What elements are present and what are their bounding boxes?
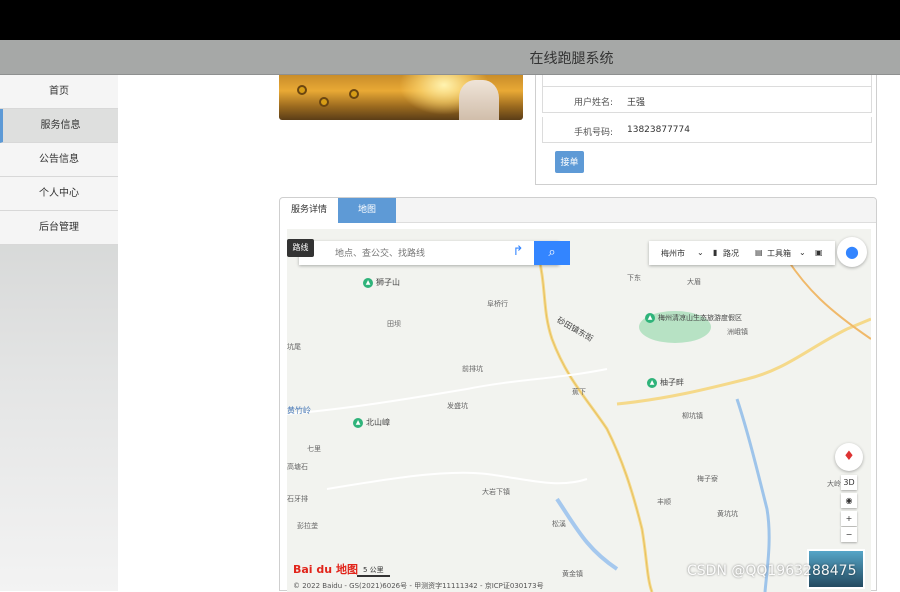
sidebar-item-admin[interactable]: 后台管理: [0, 211, 118, 245]
route-direction-icon[interactable]: ↱: [509, 244, 527, 262]
chevron-down-icon: ⌄: [697, 248, 704, 257]
map-place-label: 丰顺: [657, 498, 671, 506]
map-place-label: 大岭: [827, 480, 841, 488]
sunflower-decoration: [297, 85, 307, 95]
message-icon[interactable]: ▣: [815, 248, 823, 257]
map-place-label: 梅子寮: [697, 475, 718, 483]
route-tag[interactable]: 路线: [287, 239, 314, 257]
sidebar-item-service-info[interactable]: 服务信息: [0, 109, 118, 143]
baidu-map-logo: Bai du 地图: [293, 563, 358, 576]
phone-label: 手机号码:: [573, 128, 613, 138]
map-toolbar: 梅州市 ⌄ ▮ 路况 ▤ 工具箱 ⌄ ▣: [649, 241, 835, 265]
map-place-label: 黄金镇: [562, 570, 583, 578]
zoom-out-button[interactable]: −: [841, 527, 857, 542]
map-place-label: 石牙排: [287, 495, 308, 503]
baidu-map[interactable]: 下东 大眉 阜桥行 田坝 坑尾 洲峨镇 蕉下 前排坑 发盛坑 柳坑镇 七里 高塘…: [287, 229, 871, 592]
name-value: 王强: [627, 98, 646, 108]
poi-pin-icon: ▲: [647, 377, 657, 388]
map-place-label: 下东: [627, 274, 641, 282]
map-search-input[interactable]: [335, 245, 495, 261]
map-poi-lionhill[interactable]: ▲ 狮子山: [363, 277, 400, 288]
name-label: 用户姓名:: [573, 98, 613, 108]
top-black-bar: [0, 0, 900, 40]
city-selector[interactable]: 梅州市: [661, 248, 685, 259]
sidebar-item-home[interactable]: 首页: [0, 75, 118, 109]
poi-pin-icon: ▲: [363, 277, 373, 288]
map-place-label: 黄坑坑: [717, 510, 738, 518]
csdn-watermark: CSDN @QQ1963288475: [687, 563, 857, 579]
tab-service-detail[interactable]: 服务详情: [280, 198, 338, 223]
map-search-box: ↱ ⌕: [299, 241, 570, 265]
zoom-in-button[interactable]: +: [841, 511, 857, 526]
app-header: 在线跑腿系统: [0, 40, 900, 75]
compass-icon[interactable]: ♦: [835, 443, 863, 471]
map-place-label: 前排坑: [462, 365, 483, 373]
info-row-phone: 手机号码: 13823877774: [542, 117, 872, 143]
phone-value: 13823877774: [627, 125, 690, 135]
map-poi-youzipan[interactable]: ▲ 柚子畔: [647, 377, 684, 388]
3d-toggle-button[interactable]: 3D: [841, 475, 857, 490]
map-scale-bar: 5 公里: [357, 565, 390, 577]
sidebar: 首页 服务信息 公告信息 个人中心 后台管理: [0, 75, 118, 591]
search-icon: ⌕: [548, 245, 556, 260]
info-row-cut-off: [542, 75, 872, 87]
sunflower-decoration: [349, 89, 359, 99]
map-place-label: 大岩下镇: [482, 488, 510, 496]
page-title: 在线跑腿系统: [529, 51, 614, 67]
map-place-label: 发盛坑: [447, 402, 468, 410]
traffic-icon: ▮: [713, 248, 718, 257]
poi-pin-icon: ▲: [353, 417, 363, 428]
info-row-name: 用户姓名: 王强: [542, 87, 872, 113]
accept-order-button[interactable]: 接单: [555, 151, 584, 173]
map-poi-resort[interactable]: ▲ 梅州清凉山生态旅游度假区: [645, 313, 742, 323]
map-place-label: 彭拉垄: [297, 522, 318, 530]
poi-pin-icon: ▲: [645, 313, 655, 323]
map-place-label: 洲峨镇: [727, 328, 748, 336]
map-place-label: 蕉下: [572, 388, 586, 396]
map-place-label: 七里: [307, 445, 321, 453]
toolbox-button[interactable]: 工具箱: [767, 248, 791, 259]
sunflower-decoration: [319, 97, 329, 107]
map-place-label: 坑尾: [287, 343, 301, 351]
map-search-button[interactable]: ⌕: [534, 241, 570, 265]
user-avatar-icon[interactable]: ●: [837, 237, 867, 267]
map-copyright: © 2022 Baidu - GS(2021)6026号 - 甲测资字11111…: [293, 582, 544, 590]
map-place-label: 柳坑镇: [682, 412, 703, 420]
map-place-label: 松溪: [552, 520, 566, 528]
map-place-label: 高塘石: [287, 463, 308, 471]
traffic-button[interactable]: 路况: [723, 248, 739, 259]
service-image: [279, 75, 523, 120]
map-place-huangzhuling: 黄竹岭: [287, 406, 311, 415]
toolbox-icon: ▤: [755, 248, 763, 257]
detail-panel: 服务详情 地图 下东 大眉 阜桥行 田坝 坑尾 洲峨镇 蕉下 前排坑 发盛坑 柳…: [279, 197, 877, 592]
map-place-label: 阜桥行: [487, 300, 508, 308]
detail-tabs: 服务详情 地图: [280, 198, 876, 223]
tab-map[interactable]: 地图: [338, 198, 396, 223]
user-info-panel: 用户姓名: 王强 手机号码: 13823877774 接单: [535, 75, 877, 185]
chevron-down-icon: ⌄: [799, 248, 806, 257]
map-place-label: 大眉: [687, 278, 701, 286]
map-place-label: 田坝: [387, 320, 401, 328]
sidebar-item-profile[interactable]: 个人中心: [0, 177, 118, 211]
locate-icon[interactable]: ◉: [841, 493, 857, 508]
sidebar-item-notice[interactable]: 公告信息: [0, 143, 118, 177]
map-poi-beishan[interactable]: ▲ 北山嶂: [353, 417, 390, 428]
person-figure: [459, 80, 499, 120]
